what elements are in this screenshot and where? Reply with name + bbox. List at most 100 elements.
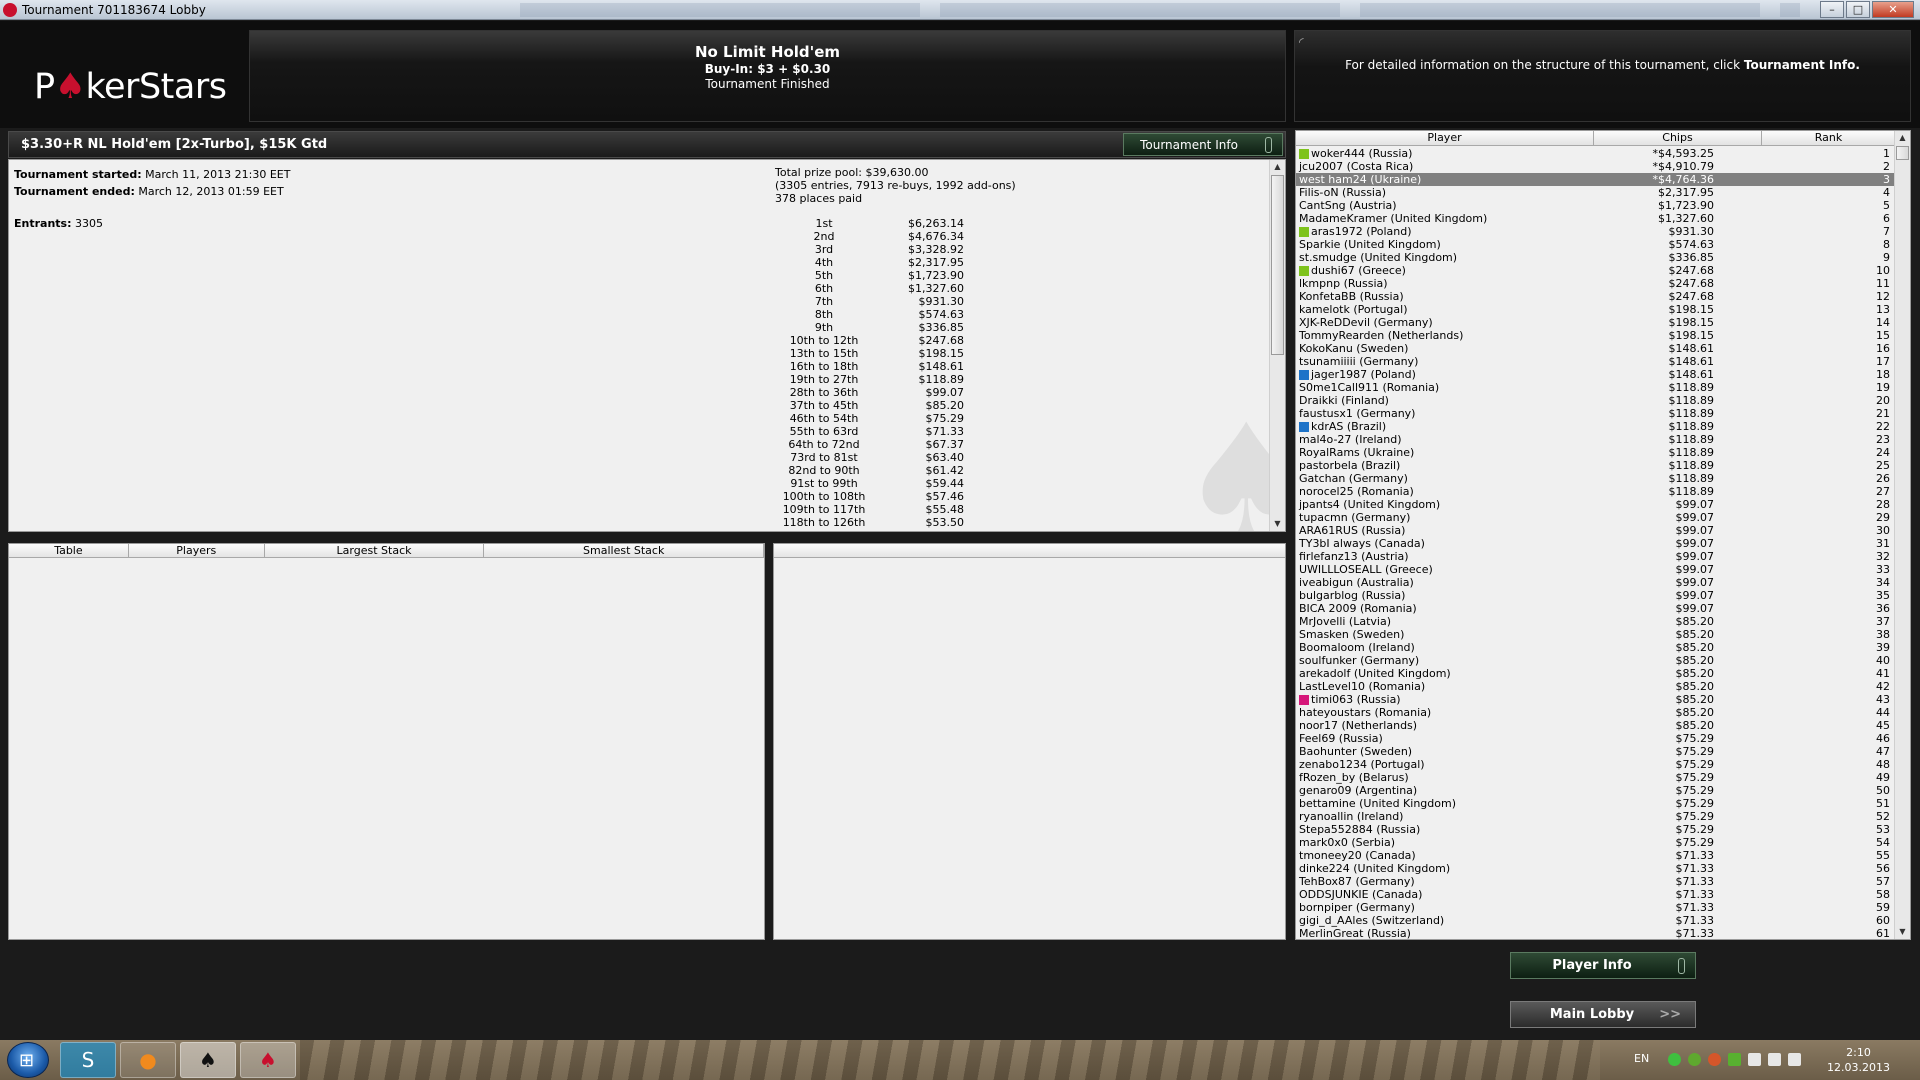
players-scroll-thumb[interactable] [1896, 146, 1909, 160]
player-row[interactable]: jpants4 (United Kingdom) $99.07 28 [1296, 498, 1894, 511]
player-row[interactable]: gigi_d_AAles (Switzerland) $71.33 60 [1296, 914, 1894, 927]
maximize-button[interactable]: □ [1846, 1, 1870, 18]
player-row[interactable]: LastLevel10 (Romania) $85.20 42 [1296, 680, 1894, 693]
player-row[interactable]: RoyalRams (Ukraine) $118.89 24 [1296, 446, 1894, 459]
player-name: Baohunter (Sweden) [1299, 745, 1413, 758]
player-row[interactable]: tupacmn (Germany) $99.07 29 [1296, 511, 1894, 524]
scroll-up-icon[interactable]: ▲ [1270, 160, 1285, 174]
player-rank: 30 [1876, 524, 1890, 537]
player-row[interactable]: st.smudge (United Kingdom) $336.85 9 [1296, 251, 1894, 264]
player-row[interactable]: Gatchan (Germany) $118.89 26 [1296, 472, 1894, 485]
player-row[interactable]: bornpiper (Germany) $71.33 59 [1296, 901, 1894, 914]
player-row[interactable]: UWILLLOSEALL (Greece) $99.07 33 [1296, 563, 1894, 576]
player-row[interactable]: ryanoallin (Ireland) $75.29 52 [1296, 810, 1894, 823]
player-row[interactable]: Filis-oN (Russia) $2,317.95 4 [1296, 186, 1894, 199]
structure-info-link[interactable]: Tournament Info. [1744, 58, 1860, 72]
player-row[interactable]: kdrAS (Brazil) $118.89 22 [1296, 420, 1894, 433]
player-row[interactable]: KonfetaBB (Russia) $247.68 12 [1296, 290, 1894, 303]
minimize-button[interactable]: – [1820, 1, 1844, 18]
player-row[interactable]: TY3bI always (Canada) $99.07 31 [1296, 537, 1894, 550]
tray-security-icon[interactable] [1708, 1053, 1721, 1066]
players-scrollbar[interactable]: ▲ ▼ [1894, 131, 1910, 939]
player-row[interactable]: lkmpnp (Russia) $247.68 11 [1296, 277, 1894, 290]
player-row[interactable]: timi063 (Russia) $85.20 43 [1296, 693, 1894, 706]
col-smallest-stack[interactable]: Smallest Stack [484, 544, 764, 557]
player-row[interactable]: ODDSJUNKIE (Canada) $71.33 58 [1296, 888, 1894, 901]
player-row[interactable]: TehBox87 (Germany) $71.33 57 [1296, 875, 1894, 888]
player-row[interactable]: Boomaloom (Ireland) $85.20 39 [1296, 641, 1894, 654]
player-info-button[interactable]: Player Info [1510, 952, 1696, 979]
player-row[interactable]: tmoneey20 (Canada) $71.33 55 [1296, 849, 1894, 862]
col-rank[interactable]: Rank [1762, 131, 1896, 145]
player-row[interactable]: S0me1Call911 (Romania) $118.89 19 [1296, 381, 1894, 394]
col-chips[interactable]: Chips [1594, 131, 1762, 145]
player-row[interactable]: bettamine (United Kingdom) $75.29 51 [1296, 797, 1894, 810]
start-button[interactable]: ⊞ [7, 1042, 49, 1078]
player-row[interactable]: TommyRearden (Netherlands) $198.15 15 [1296, 329, 1894, 342]
tray-status-icon[interactable] [1668, 1053, 1681, 1066]
player-row[interactable]: Draikki (Finland) $118.89 20 [1296, 394, 1894, 407]
player-row[interactable]: woker444 (Russia) *$4,593.25 1 [1296, 147, 1894, 160]
tray-volume-icon[interactable] [1788, 1053, 1801, 1066]
player-row[interactable]: zenabo1234 (Portugal) $75.29 48 [1296, 758, 1894, 771]
col-largest-stack[interactable]: Largest Stack [265, 544, 485, 557]
player-row[interactable]: BICA 2009 (Romania) $99.07 36 [1296, 602, 1894, 615]
col-table[interactable]: Table [9, 544, 129, 557]
scroll-thumb[interactable] [1271, 175, 1284, 355]
tray-app-icon[interactable] [1688, 1053, 1701, 1066]
player-row[interactable]: norocel25 (Romania) $118.89 27 [1296, 485, 1894, 498]
player-row[interactable]: Stepa552884 (Russia) $75.29 53 [1296, 823, 1894, 836]
player-row[interactable]: pastorbela (Brazil) $118.89 25 [1296, 459, 1894, 472]
player-row[interactable]: iveabigun (Australia) $99.07 34 [1296, 576, 1894, 589]
col-players[interactable]: Players [129, 544, 265, 557]
player-row[interactable]: CantSng (Austria) $1,723.90 5 [1296, 199, 1894, 212]
player-row[interactable]: Feel69 (Russia) $75.29 46 [1296, 732, 1894, 745]
player-row[interactable]: MadameKramer (United Kingdom) $1,327.60 6 [1296, 212, 1894, 225]
player-row[interactable]: firlefanz13 (Austria) $99.07 32 [1296, 550, 1894, 563]
player-row[interactable]: MerlinGreat (Russia) $71.33 61 [1296, 927, 1894, 939]
players-scroll-track[interactable]: ▲ ▼ [1895, 131, 1910, 939]
player-row[interactable]: noor17 (Netherlands) $85.20 45 [1296, 719, 1894, 732]
player-row[interactable]: fRozen_by (Belarus) $75.29 49 [1296, 771, 1894, 784]
details-scrollbar[interactable]: ▲ ▼ [1269, 160, 1285, 531]
tray-battery-icon[interactable] [1728, 1053, 1741, 1066]
tray-flag-icon[interactable] [1748, 1053, 1761, 1066]
player-row[interactable]: soulfunker (Germany) $85.20 40 [1296, 654, 1894, 667]
col-player[interactable]: Player [1296, 131, 1594, 145]
pokerstars-taskbar-icon[interactable]: ♠ [240, 1042, 296, 1078]
players-scroll-up-icon[interactable]: ▲ [1895, 131, 1910, 145]
skype-taskbar-icon[interactable]: S [60, 1042, 116, 1078]
player-row[interactable]: KokoKanu (Sweden) $148.61 16 [1296, 342, 1894, 355]
scroll-down-icon[interactable]: ▼ [1270, 517, 1285, 531]
player-row[interactable]: dushi67 (Greece) $247.68 10 [1296, 264, 1894, 277]
player-row[interactable]: jcu2007 (Costa Rica) *$4,910.79 2 [1296, 160, 1894, 173]
tray-network-icon[interactable] [1768, 1053, 1781, 1066]
player-row[interactable]: jager1987 (Poland) $148.61 18 [1296, 368, 1894, 381]
player-row[interactable]: west ham24 (Ukraine) *$4,764.36 3 [1296, 173, 1894, 186]
player-row[interactable]: aras1972 (Poland) $931.30 7 [1296, 225, 1894, 238]
firefox-taskbar-icon[interactable]: ● [120, 1042, 176, 1078]
player-row[interactable]: mal4o-27 (Ireland) $118.89 23 [1296, 433, 1894, 446]
player-row[interactable]: mark0x0 (Serbia) $75.29 54 [1296, 836, 1894, 849]
player-row[interactable]: bulgarblog (Russia) $99.07 35 [1296, 589, 1894, 602]
player-row[interactable]: tsunamiiiii (Germany) $148.61 17 [1296, 355, 1894, 368]
player-row[interactable]: MrJovelli (Latvia) $85.20 37 [1296, 615, 1894, 628]
player-row[interactable]: kamelotk (Portugal) $198.15 13 [1296, 303, 1894, 316]
card-game-taskbar-icon[interactable]: ♠ [180, 1042, 236, 1078]
player-row[interactable]: ARA61RUS (Russia) $99.07 30 [1296, 524, 1894, 537]
taskbar-clock[interactable]: 2:10 12.03.2013 [1827, 1045, 1890, 1075]
players-scroll-down-icon[interactable]: ▼ [1895, 925, 1910, 939]
player-row[interactable]: genaro09 (Argentina) $75.29 50 [1296, 784, 1894, 797]
close-button[interactable]: ✕ [1872, 1, 1914, 18]
player-row[interactable]: XJK-ReDDevil (Germany) $198.15 14 [1296, 316, 1894, 329]
language-indicator[interactable]: EN [1634, 1052, 1649, 1065]
player-row[interactable]: faustusx1 (Germany) $118.89 21 [1296, 407, 1894, 420]
tournament-info-button[interactable]: Tournament Info [1123, 133, 1283, 156]
main-lobby-button[interactable]: Main Lobby >> [1510, 1001, 1696, 1028]
player-row[interactable]: arekadolf (United Kingdom) $85.20 41 [1296, 667, 1894, 680]
player-row[interactable]: dinke224 (United Kingdom) $71.33 56 [1296, 862, 1894, 875]
player-row[interactable]: hateyoustars (Romania) $85.20 44 [1296, 706, 1894, 719]
player-row[interactable]: Smasken (Sweden) $85.20 38 [1296, 628, 1894, 641]
player-row[interactable]: Sparkie (United Kingdom) $574.63 8 [1296, 238, 1894, 251]
player-row[interactable]: Baohunter (Sweden) $75.29 47 [1296, 745, 1894, 758]
